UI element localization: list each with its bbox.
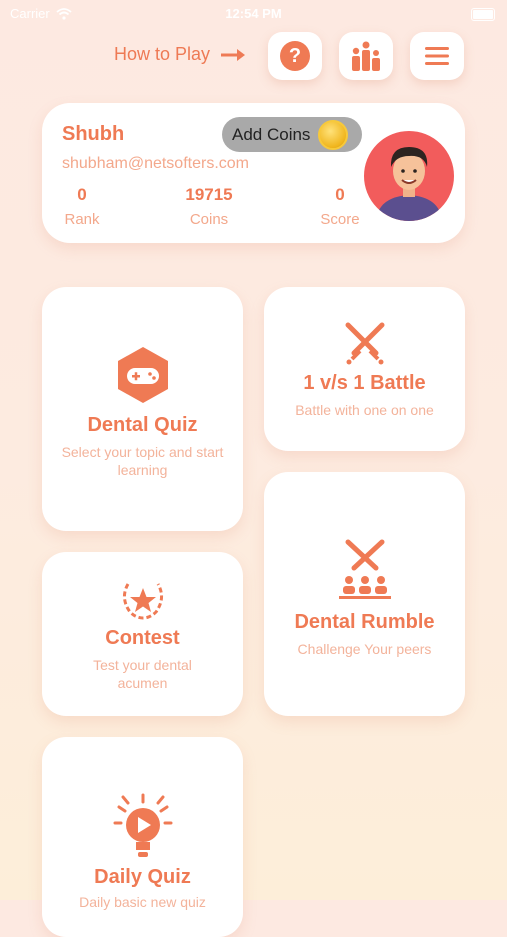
contest-card[interactable]: Contest Test your dental acumen bbox=[42, 552, 243, 716]
profile-name: Shubh bbox=[62, 123, 125, 145]
contest-subtitle: Test your dental acumen bbox=[93, 657, 192, 691]
dental-rumble-card[interactable]: Dental Rumble Challenge Your peers bbox=[264, 472, 465, 716]
add-coins-label: Add Coins bbox=[232, 124, 311, 144]
help-button[interactable]: ? bbox=[268, 32, 322, 80]
daily-quiz-subtitle: Daily basic new quiz bbox=[79, 894, 206, 910]
swords-group-icon bbox=[338, 539, 391, 599]
profile-email: shubham@netsofters.com bbox=[62, 155, 249, 172]
stat-coins-value: 19715 bbox=[185, 185, 233, 204]
how-to-play-label: How to Play bbox=[114, 44, 211, 64]
add-coins-button[interactable]: Add Coins bbox=[222, 117, 362, 152]
dental-rumble-title: Dental Rumble bbox=[294, 611, 435, 633]
dental-quiz-card[interactable]: Dental Quiz Select your topic and start … bbox=[42, 287, 243, 531]
stat-coins-label: Coins bbox=[189, 211, 229, 228]
daily-quiz-card[interactable]: Daily Quiz Daily basic new quiz bbox=[42, 737, 243, 937]
hamburger-icon bbox=[425, 47, 449, 65]
coin-icon bbox=[318, 119, 349, 150]
battle-title: 1 v/s 1 Battle bbox=[303, 372, 426, 394]
stat-coins: 19715 Coins bbox=[169, 185, 249, 228]
battery-icon bbox=[471, 8, 495, 21]
daily-quiz-title: Daily Quiz bbox=[94, 866, 191, 888]
gamepad-icon bbox=[117, 347, 168, 403]
profile-card: Shubh shubham@netsofters.com Add Coins 0… bbox=[42, 103, 465, 243]
menu-button[interactable] bbox=[410, 32, 464, 80]
how-to-play-link[interactable]: How to Play bbox=[114, 44, 248, 65]
dental-quiz-title: Dental Quiz bbox=[87, 414, 198, 436]
stat-rank-value: 0 bbox=[77, 185, 87, 204]
leaderboard-button[interactable] bbox=[339, 32, 393, 80]
stat-rank-label: Rank bbox=[64, 211, 100, 228]
arrow-right-icon bbox=[221, 48, 246, 61]
question-icon: ? bbox=[280, 41, 310, 71]
stat-rank: 0 Rank bbox=[42, 185, 122, 228]
podium-people-icon bbox=[352, 41, 380, 71]
dental-quiz-subtitle: Select your topic and start learning bbox=[61, 444, 224, 478]
status-time: 12:54 PM bbox=[225, 6, 282, 21]
laurel-star-icon bbox=[122, 583, 163, 620]
status-bar: Carrier 12:54 PM bbox=[0, 0, 507, 28]
user-avatar-icon bbox=[376, 147, 442, 221]
dental-rumble-subtitle: Challenge Your peers bbox=[297, 641, 432, 657]
crossed-swords-icon bbox=[345, 322, 384, 365]
battle-subtitle: Battle with one on one bbox=[295, 402, 434, 418]
avatar[interactable] bbox=[362, 129, 456, 223]
contest-title: Contest bbox=[105, 627, 180, 649]
stat-score-label: Score bbox=[320, 211, 360, 228]
battle-card[interactable]: 1 v/s 1 Battle Battle with one on one bbox=[264, 287, 465, 451]
bulb-play-icon bbox=[113, 793, 172, 857]
